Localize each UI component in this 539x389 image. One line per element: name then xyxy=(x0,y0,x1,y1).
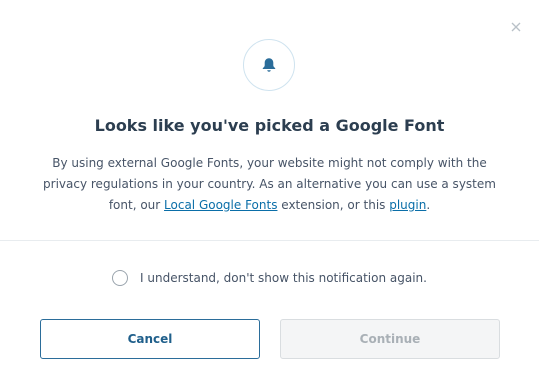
continue-button[interactable]: Continue xyxy=(280,319,500,359)
dont-show-again-row: I understand, don't show this notificati… xyxy=(0,268,539,288)
google-font-notice-dialog: Looks like you've picked a Google Font B… xyxy=(0,0,539,389)
dialog-description: By using external Google Fonts, your web… xyxy=(30,153,509,216)
local-google-fonts-link[interactable]: Local Google Fonts xyxy=(164,198,277,212)
dont-show-again-checkbox[interactable] xyxy=(112,270,129,286)
close-icon[interactable] xyxy=(509,20,523,34)
dialog-title: Looks like you've picked a Google Font xyxy=(94,116,445,135)
bell-icon xyxy=(260,56,278,74)
divider xyxy=(0,240,539,241)
description-text-3: . xyxy=(426,198,431,212)
dont-show-again-label[interactable]: I understand, don't show this notificati… xyxy=(140,268,427,288)
cancel-button[interactable]: Cancel xyxy=(40,319,260,359)
description-text-2: extension, or this xyxy=(277,198,390,212)
bell-icon-badge xyxy=(243,39,295,91)
plugin-link[interactable]: plugin xyxy=(389,198,426,212)
